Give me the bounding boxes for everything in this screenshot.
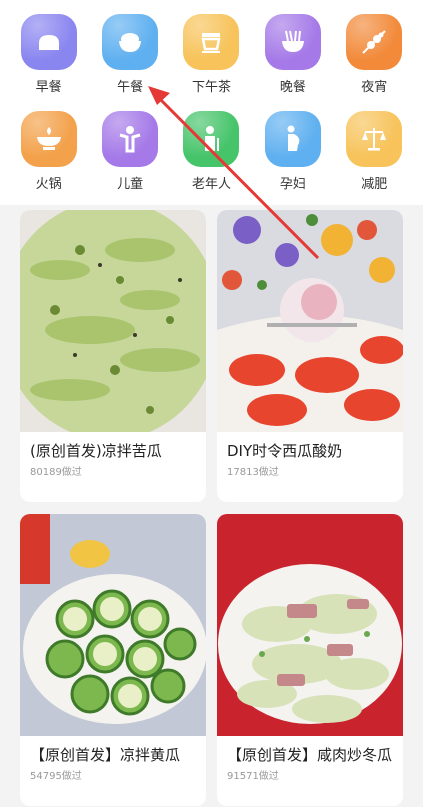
- recipe-info: 【原创首发】凉拌黄瓜 54795做过: [20, 736, 206, 806]
- skewer-icon: [346, 14, 403, 70]
- recipe-title: 【原创首发】咸肉炒冬瓜: [227, 746, 393, 764]
- category-dinner[interactable]: 晚餐: [257, 14, 329, 95]
- elder-icon: [183, 111, 240, 167]
- category-late-night[interactable]: 夜宵: [338, 14, 410, 95]
- category-label: 午餐: [117, 80, 144, 95]
- recipe-info: (原创首发)凉拌苦瓜 80189做过: [20, 432, 206, 502]
- category-label: 老年人: [191, 177, 231, 192]
- category-afternoon-tea[interactable]: 下午茶: [175, 14, 247, 95]
- recipe-info: 【原创首发】咸肉炒冬瓜 91571做过: [217, 736, 403, 806]
- recipe-image: [217, 514, 403, 736]
- category-label: 减肥: [361, 177, 388, 192]
- recipe-title: (原创首发)凉拌苦瓜: [30, 442, 162, 460]
- teacup-icon: [183, 14, 240, 70]
- child-icon: [102, 111, 159, 167]
- recipe-card[interactable]: 【原创首发】咸肉炒冬瓜 91571做过: [217, 514, 403, 806]
- category-hotpot[interactable]: 火锅: [13, 111, 85, 192]
- category-label: 下午茶: [191, 80, 231, 95]
- category-pregnant[interactable]: 孕妇: [257, 111, 329, 192]
- recipe-title: 【原创首发】凉拌黄瓜: [30, 746, 181, 764]
- category-label: 孕妇: [279, 177, 306, 192]
- category-label: 晚餐: [279, 80, 306, 95]
- hotpot-icon: [20, 111, 77, 167]
- category-label: 火锅: [35, 177, 62, 192]
- recipe-made-count: 91571做过: [227, 771, 279, 782]
- category-row-2: 火锅 儿童 老年人 孕妇 减肥: [0, 111, 423, 192]
- noodle-bowl-icon: [264, 14, 321, 70]
- category-elderly[interactable]: 老年人: [175, 111, 247, 192]
- category-breakfast[interactable]: 早餐: [13, 14, 85, 95]
- recipe-image: [217, 210, 403, 432]
- recipe-image: [20, 514, 206, 736]
- recipe-grid: (原创首发)凉拌苦瓜 80189做过 DIY时令西瓜酸奶 17813做过 【原创…: [0, 210, 423, 807]
- recipe-made-count: 54795做过: [30, 771, 82, 782]
- recipe-card[interactable]: (原创首发)凉拌苦瓜 80189做过: [20, 210, 206, 502]
- category-row-1: 早餐 午餐 下午茶 晚餐 夜宵: [0, 14, 423, 95]
- scale-icon: [346, 111, 403, 167]
- category-label: 夜宵: [361, 80, 388, 95]
- recipe-made-count: 80189做过: [30, 467, 82, 478]
- recipe-title: DIY时令西瓜酸奶: [227, 442, 343, 460]
- category-panel: 早餐 午餐 下午茶 晚餐 夜宵 火锅 儿童 老年人 孕妇 减肥: [0, 0, 423, 205]
- recipe-info: DIY时令西瓜酸奶 17813做过: [217, 432, 403, 502]
- bread-icon: [20, 14, 77, 70]
- category-children[interactable]: 儿童: [94, 111, 166, 192]
- recipe-made-count: 17813做过: [227, 467, 279, 478]
- rice-bowl-icon: [102, 14, 159, 70]
- category-label: 早餐: [35, 80, 62, 95]
- recipe-card[interactable]: DIY时令西瓜酸奶 17813做过: [217, 210, 403, 502]
- category-lunch[interactable]: 午餐: [94, 14, 166, 95]
- recipe-card[interactable]: 【原创首发】凉拌黄瓜 54795做过: [20, 514, 206, 806]
- pregnant-icon: [264, 111, 321, 167]
- recipe-image: [20, 210, 206, 432]
- category-label: 儿童: [117, 177, 144, 192]
- category-weight-loss[interactable]: 减肥: [338, 111, 410, 192]
